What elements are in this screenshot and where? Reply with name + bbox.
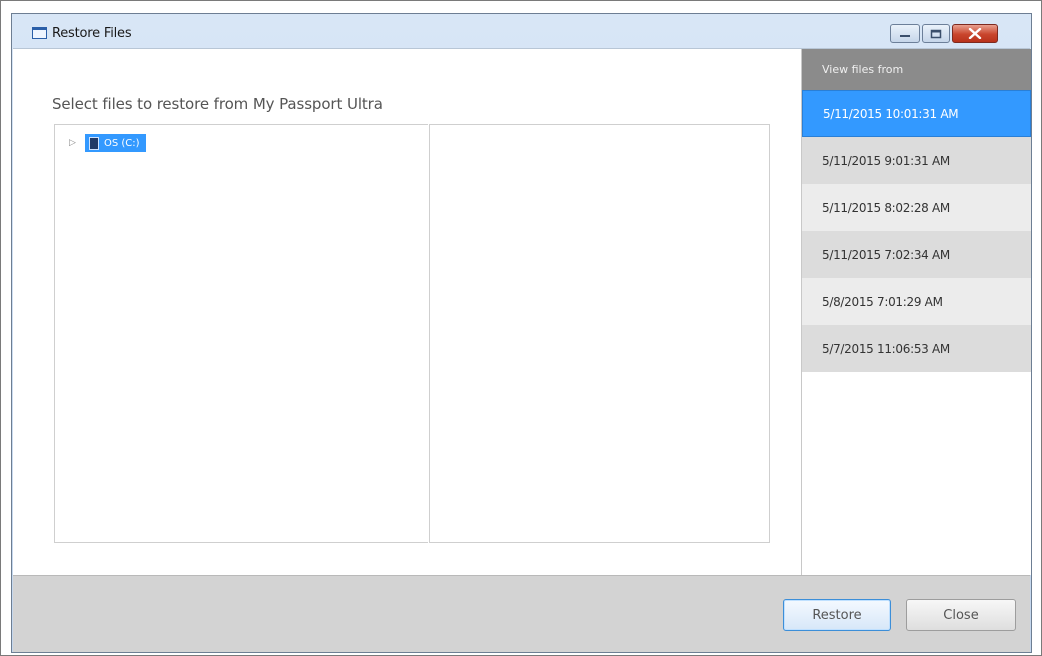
minimize-icon <box>900 34 910 37</box>
close-window-button[interactable] <box>952 24 998 43</box>
tree-item-os-drive[interactable]: ▷ OS (C:) <box>69 134 146 152</box>
date-item[interactable]: 5/11/2015 10:01:31 AM <box>802 90 1031 137</box>
restore-files-window: Restore Files Select files to restore fr… <box>11 13 1032 653</box>
date-item[interactable]: 5/11/2015 9:01:31 AM <box>802 137 1031 184</box>
backup-dates-panel: View files from 5/11/2015 10:01:31 AM 5/… <box>801 49 1031 575</box>
file-list-pane[interactable] <box>429 124 770 543</box>
window-title: Restore Files <box>52 26 132 41</box>
minimize-button[interactable] <box>890 24 920 43</box>
date-item[interactable]: 5/7/2015 11:06:53 AM <box>802 325 1031 372</box>
restore-button[interactable]: Restore <box>783 599 891 631</box>
date-item[interactable]: 5/11/2015 8:02:28 AM <box>802 184 1031 231</box>
maximize-icon <box>930 29 942 38</box>
dates-panel-header: View files from <box>802 49 1031 90</box>
page-heading: Select files to restore from My Passport… <box>52 95 383 113</box>
content-area: Select files to restore from My Passport… <box>13 48 1031 575</box>
window-icon <box>32 27 47 39</box>
tree-item-label: OS (C:) <box>104 137 140 149</box>
drive-icon <box>89 136 99 150</box>
close-icon <box>968 28 982 39</box>
title-bar[interactable]: Restore Files <box>12 14 1031 48</box>
tree-item-selected[interactable]: OS (C:) <box>85 134 146 152</box>
maximize-button[interactable] <box>922 24 950 43</box>
screenshot-frame: Restore Files Select files to restore fr… <box>0 0 1042 656</box>
folder-tree-pane[interactable]: ▷ OS (C:) <box>54 124 428 543</box>
date-item[interactable]: 5/8/2015 7:01:29 AM <box>802 278 1031 325</box>
date-item[interactable]: 5/11/2015 7:02:34 AM <box>802 231 1031 278</box>
expand-arrow-icon[interactable]: ▷ <box>69 138 81 148</box>
close-button[interactable]: Close <box>906 599 1016 631</box>
button-bar: Restore Close <box>13 575 1030 652</box>
